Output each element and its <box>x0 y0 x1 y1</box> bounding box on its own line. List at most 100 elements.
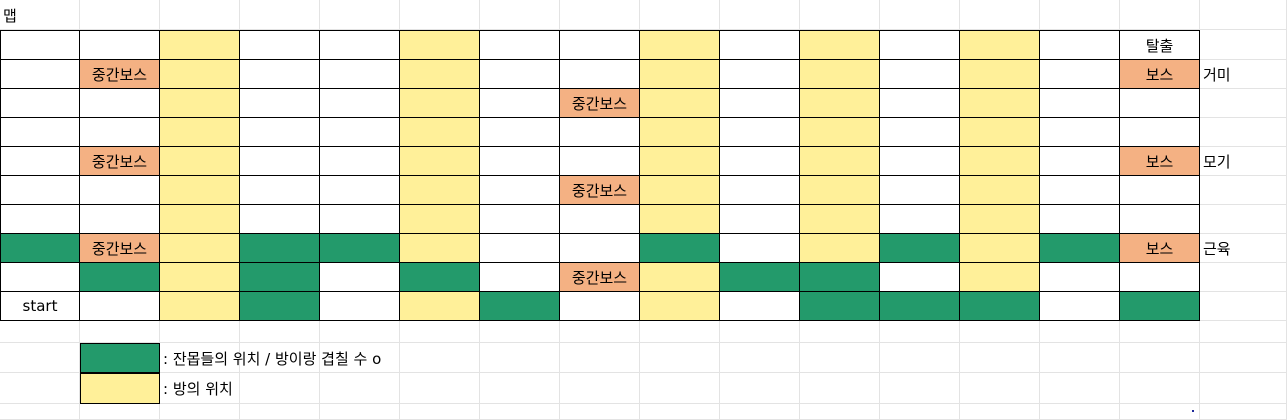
empty-cell[interactable] <box>640 373 720 404</box>
room-cell[interactable] <box>160 30 240 60</box>
map-cell[interactable] <box>240 205 320 234</box>
map-cell[interactable] <box>1040 205 1120 234</box>
map-cell[interactable] <box>1120 176 1200 205</box>
room-cell[interactable] <box>640 147 720 176</box>
map-cell[interactable] <box>480 89 560 118</box>
map-cell[interactable] <box>480 118 560 147</box>
midboss-cell[interactable]: 중간보스 <box>560 263 640 292</box>
empty-cell[interactable] <box>960 0 1040 30</box>
room-cell[interactable] <box>400 60 480 89</box>
map-cell[interactable] <box>720 205 800 234</box>
map-cell[interactable] <box>1040 263 1120 292</box>
room-cell[interactable] <box>640 263 720 292</box>
room-cell[interactable] <box>800 30 880 60</box>
room-cell[interactable] <box>400 89 480 118</box>
map-cell[interactable] <box>0 263 80 292</box>
empty-cell[interactable] <box>1200 30 1287 60</box>
empty-cell[interactable] <box>560 373 640 404</box>
midboss-cell[interactable]: 중간보스 <box>560 89 640 118</box>
empty-cell[interactable] <box>1200 373 1287 404</box>
mob-cell[interactable] <box>880 234 960 263</box>
map-cell[interactable] <box>80 30 160 60</box>
empty-cell[interactable] <box>960 404 1040 420</box>
empty-cell[interactable] <box>1040 404 1120 420</box>
room-cell[interactable] <box>640 60 720 89</box>
boss-name-label[interactable]: 모기 <box>1200 147 1287 176</box>
empty-cell[interactable] <box>400 373 480 404</box>
empty-cell[interactable] <box>400 0 480 30</box>
room-cell[interactable] <box>160 89 240 118</box>
room-cell[interactable] <box>800 176 880 205</box>
empty-cell[interactable] <box>1040 343 1120 373</box>
empty-cell[interactable] <box>560 321 640 343</box>
empty-cell[interactable] <box>960 373 1040 404</box>
map-cell[interactable] <box>720 89 800 118</box>
map-cell[interactable] <box>0 30 80 60</box>
room-cell[interactable] <box>960 176 1040 205</box>
empty-cell[interactable] <box>640 404 720 420</box>
map-cell[interactable] <box>1040 176 1120 205</box>
map-cell[interactable] <box>240 147 320 176</box>
empty-cell[interactable] <box>80 0 160 30</box>
map-cell[interactable] <box>320 176 400 205</box>
map-cell[interactable] <box>320 89 400 118</box>
empty-cell[interactable] <box>160 0 240 30</box>
map-cell[interactable] <box>560 118 640 147</box>
map-cell[interactable] <box>560 234 640 263</box>
room-cell[interactable] <box>160 118 240 147</box>
map-cell[interactable] <box>320 292 400 321</box>
empty-cell[interactable] <box>800 0 880 30</box>
empty-cell[interactable] <box>160 404 240 420</box>
room-cell[interactable] <box>160 60 240 89</box>
room-cell[interactable] <box>800 234 880 263</box>
empty-cell[interactable] <box>1040 0 1120 30</box>
room-cell[interactable] <box>400 234 480 263</box>
empty-cell[interactable] <box>0 321 80 343</box>
map-cell[interactable] <box>560 30 640 60</box>
mob-cell[interactable] <box>720 263 800 292</box>
map-cell[interactable] <box>80 89 160 118</box>
map-cell[interactable] <box>480 176 560 205</box>
map-cell[interactable] <box>720 60 800 89</box>
empty-cell[interactable] <box>560 404 640 420</box>
map-cell[interactable] <box>320 60 400 89</box>
mob-cell[interactable] <box>960 292 1040 321</box>
map-cell[interactable] <box>480 263 560 292</box>
empty-cell[interactable] <box>880 321 960 343</box>
map-cell[interactable] <box>80 118 160 147</box>
empty-cell[interactable] <box>1200 205 1287 234</box>
map-cell[interactable] <box>1040 89 1120 118</box>
room-cell[interactable] <box>960 263 1040 292</box>
empty-cell[interactable] <box>1200 404 1287 420</box>
map-cell[interactable] <box>480 234 560 263</box>
empty-cell[interactable] <box>240 0 320 30</box>
empty-cell[interactable] <box>880 343 960 373</box>
empty-cell[interactable] <box>560 0 640 30</box>
midboss-cell[interactable]: 중간보스 <box>80 147 160 176</box>
map-cell[interactable] <box>320 205 400 234</box>
empty-cell[interactable] <box>1200 321 1287 343</box>
map-cell[interactable] <box>720 176 800 205</box>
empty-cell[interactable] <box>320 0 400 30</box>
empty-cell[interactable] <box>960 321 1040 343</box>
empty-cell[interactable] <box>1120 373 1200 404</box>
empty-cell[interactable] <box>0 373 80 404</box>
empty-cell[interactable] <box>480 0 560 30</box>
boss-name-label[interactable]: 근육 <box>1200 234 1287 263</box>
room-cell[interactable] <box>160 234 240 263</box>
empty-cell[interactable] <box>1040 321 1120 343</box>
room-cell[interactable] <box>400 30 480 60</box>
room-cell[interactable] <box>960 89 1040 118</box>
map-cell[interactable] <box>320 30 400 60</box>
mob-cell[interactable] <box>240 234 320 263</box>
map-cell[interactable] <box>240 118 320 147</box>
room-cell[interactable] <box>640 30 720 60</box>
empty-cell[interactable] <box>720 321 800 343</box>
map-cell[interactable] <box>1040 292 1120 321</box>
empty-cell[interactable] <box>560 343 640 373</box>
empty-cell[interactable] <box>1200 343 1287 373</box>
legend-green-swatch[interactable] <box>80 343 160 373</box>
empty-cell[interactable] <box>880 0 960 30</box>
empty-cell[interactable] <box>880 373 960 404</box>
map-cell[interactable] <box>320 263 400 292</box>
